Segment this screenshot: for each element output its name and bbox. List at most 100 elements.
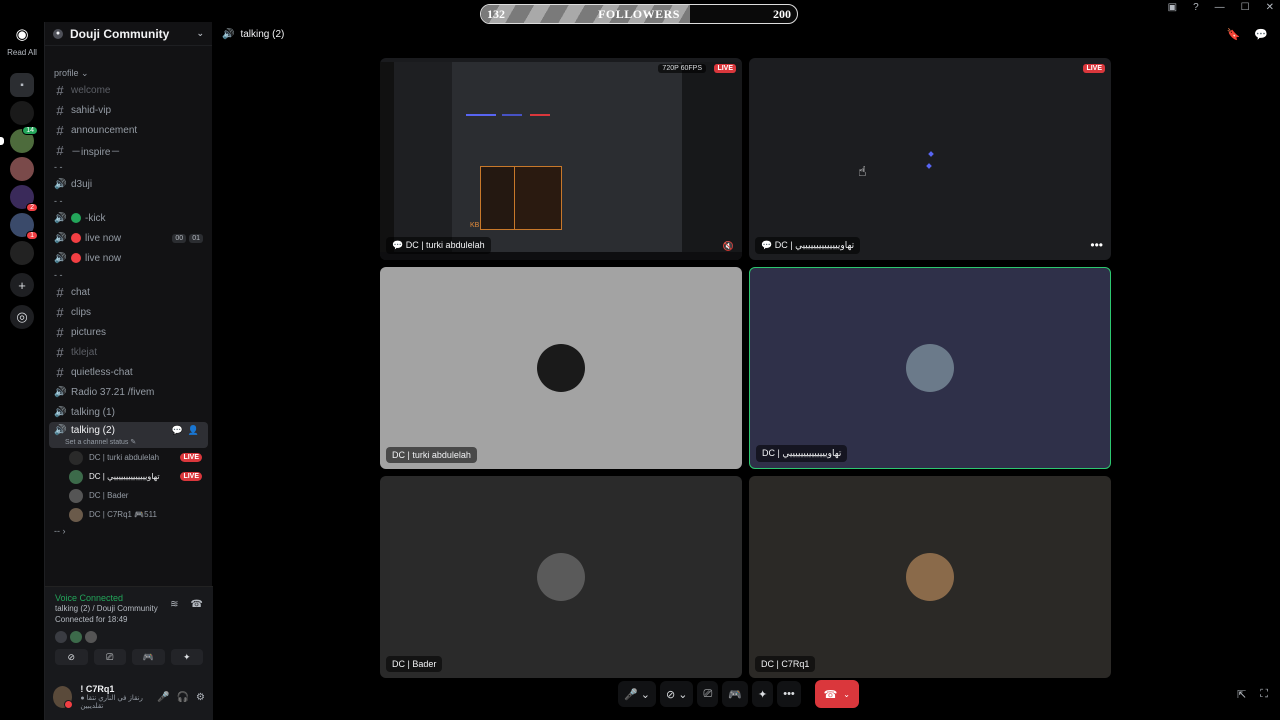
maximize-button[interactable]: ☐ <box>1241 2 1250 13</box>
voice-connected-panel: Voice Connected talking (2) / Douji Comm… <box>45 586 213 674</box>
activities-button[interactable]: 🎮 <box>722 681 748 707</box>
channel-header: 🔊 talking (2) 🔖 💬 <box>212 22 1280 46</box>
voice-user-name: DC | ﺗﻬﺎﻭﻳﻴﻴﻴﻴﻴﻴﻴﻴﻴﻴﻴﻴﻴﻲ <box>89 472 160 481</box>
pop-out-icon[interactable]: ⇱ <box>1237 688 1246 701</box>
server-flower-icon[interactable]: 1 <box>10 213 38 240</box>
category-separator[interactable]: -- › <box>45 524 212 538</box>
channel-radio-37-21-fivem[interactable]: 🔊 Radio 37.21 /fivem <box>45 382 212 402</box>
server-fighters-icon[interactable] <box>10 241 34 265</box>
more-options-button[interactable]: ••• <box>777 681 801 707</box>
live-badge: LIVE <box>714 64 736 73</box>
volume-muted-icon[interactable]: 🔇 <box>723 241 734 252</box>
microphone-button[interactable]: 🎤 ⌄ <box>618 681 656 707</box>
folder-icon[interactable]: ▪ <box>10 73 34 97</box>
screen-share-button[interactable]: ⎚ <box>93 649 126 665</box>
avatar <box>85 631 97 643</box>
avatar <box>906 553 954 601</box>
tile-label: DC | Bader <box>386 656 443 672</box>
channel-list: profile ⌄ # welcome # sahid-vip # announcemen… <box>45 66 212 538</box>
voice-user[interactable]: DC | turki abdulelah LIVE <box>45 448 212 467</box>
channel--inspire-[interactable]: # －inspire－ <box>45 140 212 160</box>
user-limit-badge: 01 <box>189 233 203 243</box>
invite-icon[interactable]: 👤 <box>188 425 199 436</box>
stream-quality-badge: 720P 60FPS <box>658 64 706 73</box>
channel-label: d3uji <box>71 178 93 190</box>
channel-tklejat[interactable]: # tklejat <box>45 342 212 362</box>
channel-talking-1-[interactable]: 🔊 talking (1) <box>45 402 212 422</box>
category-separator[interactable]: - - <box>45 268 212 282</box>
channel-talking-active[interactable]: 🔊 talking (2) 💬 👤 Set a channel status ✎ <box>49 422 208 448</box>
category-separator[interactable]: - - <box>45 194 212 208</box>
discord-home-icon[interactable]: ◉ <box>10 24 34 44</box>
activities-button[interactable]: 🎮 <box>132 649 165 665</box>
screen-share-preview: KB <box>380 58 742 260</box>
guild-header[interactable]: ● Douji Community ⌄ <box>45 22 212 46</box>
channel-chat[interactable]: # chat <box>45 282 212 302</box>
help-icon[interactable]: ? <box>1193 2 1199 13</box>
channel-clips[interactable]: # clips <box>45 302 212 322</box>
video-tile-user-2[interactable]: DC | ﺗﻬﺎﻭﻳﻴﻴﻴﻴﻴﻴﻴﻴﻴﻴﻴﻴﻴﻲ <box>749 267 1111 469</box>
window-controls: ▣ ? — ☐ ✕ <box>1168 2 1274 13</box>
live-badge: LIVE <box>180 472 202 481</box>
server-anime-icon[interactable] <box>10 157 34 181</box>
category-separator[interactable]: - - <box>45 160 212 174</box>
soundboard-button[interactable]: ✦ <box>170 649 203 665</box>
voice-connected-time: Connected for 18:49 <box>55 615 128 624</box>
channel--kick[interactable]: 🔊 -kick <box>45 208 212 228</box>
chat-bubble-icon[interactable]: 💬 <box>1254 28 1268 41</box>
guild-name: Douji Community <box>70 26 170 41</box>
avatar <box>55 631 67 643</box>
server-green-helmet-icon[interactable]: 14 <box>0 126 38 153</box>
speaker-icon: 🔊 <box>54 232 67 244</box>
leave-call-button[interactable]: ☎ ⌄ <box>814 680 859 708</box>
channel-status[interactable]: Set a channel status ✎ <box>65 438 136 446</box>
channel-live-now[interactable]: 🔊 live now 00 01 <box>45 228 212 248</box>
voice-user[interactable]: DC | ﺗﻬﺎﻭﻳﻴﻴﻴﻴﻴﻴﻴﻴﻴﻴﻴﻴﻴﻲ LIVE <box>45 467 212 486</box>
user-avatar[interactable] <box>53 686 74 709</box>
loading-indicator <box>928 151 934 157</box>
gear-icon[interactable]: ⚙ <box>196 692 205 703</box>
channel-sahid-vip[interactable]: # sahid-vip <box>45 100 212 120</box>
hash-icon: # <box>56 344 64 360</box>
channel-d3uji[interactable]: 🔊 d3uji <box>45 174 212 194</box>
screen-share-button[interactable]: ⎚ <box>697 681 719 707</box>
add-server-icon[interactable]: + <box>10 273 34 297</box>
camera-off-button[interactable]: ⊘ <box>55 649 88 665</box>
hash-icon: # <box>56 364 64 380</box>
more-options-icon[interactable]: ••• <box>1090 238 1103 252</box>
microphone-icon[interactable]: 🎤 <box>157 692 169 703</box>
speaker-icon: 🔊 <box>54 178 67 190</box>
minimize-button[interactable]: — <box>1215 2 1225 13</box>
explore-icon[interactable]: ◎ <box>10 305 34 329</box>
headphones-icon[interactable]: 🎧 <box>177 692 189 703</box>
video-tile-stream-2[interactable]: LIVE 💬 DC | ﺗﻬﺎﻭﻳﻴﻴﻴﻴﻴﻴﻴﻴﻴﻴﻴﻴﻴﻲ ••• <box>749 58 1111 260</box>
camera-button[interactable]: ⊘ ⌄ <box>659 681 694 707</box>
channel-announcement[interactable]: # announcement <box>45 120 212 140</box>
chat-bubble-icon[interactable]: 💬 <box>172 425 183 436</box>
server-multi-icon[interactable]: 2 <box>10 185 38 212</box>
channel-quietless-chat[interactable]: # quietless-chat <box>45 362 212 382</box>
bookmark-icon[interactable]: 🔖 <box>1227 28 1241 41</box>
read-all-button[interactable]: Read All <box>7 48 37 57</box>
category-profile[interactable]: profile ⌄ <box>45 66 212 80</box>
channel-live-now[interactable]: 🔊 live now <box>45 248 212 268</box>
inbox-icon[interactable]: ▣ <box>1168 2 1177 13</box>
close-button[interactable]: ✕ <box>1266 2 1274 13</box>
tile-label: DC | C7Rq1 <box>755 656 816 672</box>
disconnect-icon[interactable]: ☎ <box>191 599 203 610</box>
followers-label: FOLLOWERS <box>598 6 680 21</box>
video-tile-user-1[interactable]: DC | turki abdulelah <box>380 267 742 469</box>
channel-welcome[interactable]: # welcome <box>45 80 212 100</box>
hash-icon: # <box>56 284 64 300</box>
video-tile-user-4[interactable]: DC | C7Rq1 <box>749 476 1111 678</box>
video-tile-user-3[interactable]: DC | Bader <box>380 476 742 678</box>
voice-user[interactable]: DC | Bader <box>45 486 212 505</box>
soundboard-button[interactable]: ✦ <box>752 681 774 707</box>
channel-pictures[interactable]: # pictures <box>45 322 212 342</box>
fullscreen-icon[interactable]: ⛶ <box>1260 688 1268 701</box>
noise-suppression-icon[interactable]: ≋ <box>170 599 178 610</box>
server-dagger-icon[interactable] <box>10 101 34 125</box>
channel-label: talking (1) <box>71 406 115 418</box>
video-tile-stream-1[interactable]: KB 720P 60FPS LIVE 💬 DC | turki abdulela… <box>380 58 742 260</box>
voice-user[interactable]: DC | C7Rq1 🎮511 <box>45 505 212 524</box>
